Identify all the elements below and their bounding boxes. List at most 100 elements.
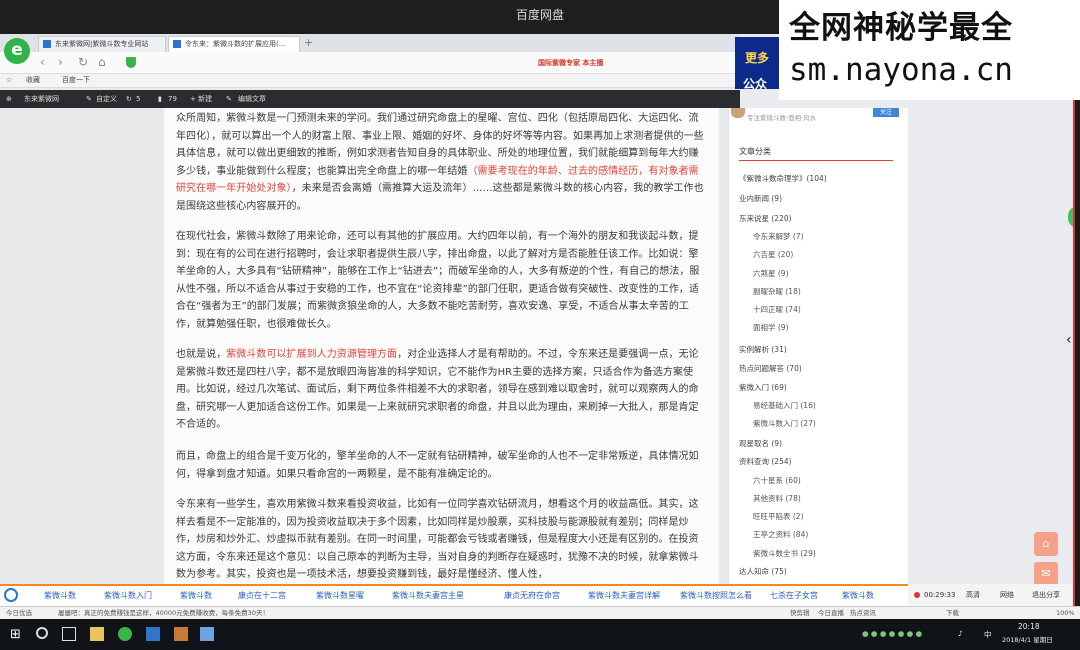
sidebar-category-item[interactable]: 令东来解梦 (7) (753, 231, 804, 242)
chat-float-icon[interactable]: ✉ (1034, 562, 1058, 586)
pencil-icon: ✎ (86, 95, 92, 103)
tag-link[interactable]: 康贞无府在命宫 (504, 590, 560, 601)
search-icon[interactable] (36, 627, 48, 639)
status-news[interactable]: 屡屡吧：真正的免费赚钱是这样，40000元免费赚收费，每条免费30天！ (58, 607, 269, 619)
side-banner[interactable]: 更多 公众 (735, 37, 783, 91)
shield-icon[interactable] (126, 57, 136, 68)
browser-logo-icon[interactable]: e (4, 38, 30, 64)
tag-link[interactable]: 紫微斗数 (44, 590, 76, 601)
collapse-arrow-icon[interactable]: ‹ (1066, 332, 1072, 348)
volume-icon[interactable]: ♪ (958, 629, 963, 638)
tab-dongla[interactable]: 东来紫微网|紫微斗数专业网站 (38, 36, 166, 52)
back-icon[interactable]: ‹ (40, 55, 45, 69)
site-favicon-icon (43, 40, 51, 48)
sidebar-category-item[interactable]: 其他资料 (78) (753, 493, 801, 504)
app-icon[interactable] (146, 627, 160, 641)
input-language[interactable]: 中 (984, 629, 992, 640)
task-view-icon[interactable] (62, 627, 76, 641)
windows-start-icon[interactable]: ⊞ (10, 627, 24, 642)
wp-comments-count[interactable]: 79 (168, 90, 177, 108)
clock-date[interactable]: 2018/4/1 星期日 (1002, 634, 1053, 644)
sidebar-category-item[interactable]: 紫微斗数全书 (29) (753, 548, 816, 559)
watermark-line: 全网神秘学最全 (789, 10, 1013, 46)
subtitle-button[interactable]: 网络 (1000, 584, 1014, 606)
article-paragraph: 令东来有一些学生，喜欢用紫微斗数来看投资收益，比如有一位同学喜欢钻研流月，想看这… (176, 499, 699, 580)
promo-text: 国际紫微专家 本主播 (538, 59, 604, 67)
zoom-level[interactable]: 100% (1056, 607, 1075, 619)
sidebar-category-item[interactable]: 王亭之资料 (84) (753, 529, 808, 540)
exit-share-button[interactable]: 退出分享 (1032, 584, 1060, 606)
sidebar-category-item[interactable]: 达人知命 (75) (739, 566, 787, 577)
author-note: 专注紫微斗数·面相·风水 (747, 114, 817, 122)
page-margin: ⌂ ✉ (908, 108, 1073, 586)
sidebar-category-item[interactable]: 六吉星 (20) (753, 249, 793, 260)
sidebar-category-item[interactable]: 实例解析 (31) (739, 344, 787, 355)
wp-updates-count[interactable]: 5 (136, 90, 140, 108)
home-icon[interactable]: ⌂ (98, 55, 106, 69)
new-tab-icon[interactable]: + (304, 36, 313, 49)
follow-button[interactable]: 关注 (873, 108, 899, 117)
folder-icon[interactable] (90, 627, 104, 641)
main-content: 众所周知，紫微斗数是一门预测未来的学问。我们通过研究命盘上的星曜、宫位、四化（包… (0, 108, 728, 584)
tag-link[interactable]: 康贞在十二宫 (238, 590, 286, 601)
wp-new-link[interactable]: + 新建 (190, 90, 212, 108)
sidebar-category-item[interactable]: 面相学 (9) (753, 322, 789, 333)
wordpress-icon[interactable]: ⊕ (6, 90, 12, 108)
tag-link[interactable]: 紫微斗数 (180, 590, 212, 601)
status-item[interactable]: 热点资讯 (850, 607, 876, 619)
sidebar-category-item[interactable]: 十四正曜 (74) (753, 304, 801, 315)
sidebar-category-item[interactable]: 紫微入门 (69) (739, 382, 787, 393)
refresh-icon[interactable]: ↻ (78, 55, 88, 69)
tray-icons[interactable]: ● ● ● ● ● ● ● (862, 629, 922, 638)
star-icon[interactable]: ☆ (6, 74, 12, 87)
status-item[interactable]: 快剪辑 (790, 607, 810, 619)
banner-line: 公众 (743, 77, 768, 91)
banner-line: 更多 (745, 51, 770, 65)
home-float-icon[interactable]: ⌂ (1034, 532, 1058, 556)
tag-link[interactable]: 紫微斗数夫妻宫详解 (588, 590, 660, 601)
tag-link[interactable]: 紫微斗数 (842, 590, 874, 601)
tag-bar: 紫微斗数 紫微斗数入门 紫微斗数 康贞在十二宫 紫微斗数星曜 紫微斗数夫妻宫主星 康贞无府在… (0, 584, 908, 606)
sidebar-category-item[interactable]: 六煞星 (9) (753, 268, 789, 279)
sidebar-category-item[interactable]: 六十星系 (60) (753, 475, 801, 486)
sidebar-category-item[interactable]: 紫微斗数入门 (27) (753, 418, 816, 429)
article-body: 众所周知，紫微斗数是一门预测未来的学问。我们通过研究命盘上的星曜、宫位、四化（包… (164, 108, 719, 584)
status-left-1[interactable]: 今日优选 (6, 607, 32, 619)
browser-app-icon[interactable] (118, 627, 132, 641)
wp-edit-post-link[interactable]: 编辑文章 (238, 90, 266, 108)
status-item[interactable]: 今日直播 (818, 607, 844, 619)
status-item[interactable]: 下载 (946, 607, 959, 619)
avatar (731, 108, 745, 118)
tag-link[interactable]: 紫微斗数按照怎么看 (680, 590, 752, 601)
quality-button[interactable]: 高清 (966, 584, 980, 606)
tag-link[interactable]: 紫微斗数夫妻宫主星 (392, 590, 464, 601)
favorites-item[interactable]: 收藏 (26, 74, 40, 87)
sidebar-category-item[interactable]: 易经基础入门 (16) (753, 400, 816, 411)
tag-link[interactable]: 七杀在子女宫 (770, 590, 818, 601)
favorites-item[interactable]: 百度一下 (62, 74, 90, 87)
app-icon[interactable] (200, 627, 214, 641)
sidebar: 专注紫微斗数·面相·风水 关注 文章分类 《紫微斗数命理学》(104) 业内新闻 … (728, 108, 908, 594)
app-icon[interactable] (174, 627, 188, 641)
sidebar-category-item[interactable]: 《紫微斗数命理学》(104) (739, 173, 827, 184)
sidebar-category-item[interactable]: 观星取名 (9) (739, 438, 782, 449)
sidebar-category-item[interactable]: 旺旺平陷表 (2) (753, 511, 804, 522)
wp-site-link[interactable]: 东来紫微网 (24, 90, 59, 108)
sidebar-category-item[interactable]: 热点问题解答 (70) (739, 363, 802, 374)
record-icon (914, 592, 920, 598)
watermark-overlay: 全网神秘学最全 sm.nayona.cn (779, 0, 1080, 100)
forward-icon[interactable]: › (58, 55, 63, 69)
tag-link[interactable]: 紫微斗数入门 (104, 590, 152, 601)
sidebar-category-item[interactable]: 资料查询 (254) (739, 456, 792, 467)
paragraph-text: ，对企业选择人才是有帮助的。不过，令东来还是要强调一点，无论是紫微斗数还是四柱八… (176, 349, 699, 430)
sidebar-category-item[interactable]: 业内新闻 (9) (739, 193, 782, 204)
wp-admin-bar: ⊕ 东来紫微网 ✎ 自定义 ↻ 5 ▮ 79 + 新建 ✎ 编辑文章 (0, 90, 740, 108)
tag-link[interactable]: 紫微斗数星曜 (316, 590, 364, 601)
tab-article[interactable]: 令东来：紫微斗数的扩展应用(... (168, 36, 300, 52)
wp-customize-link[interactable]: 自定义 (96, 90, 117, 108)
clock-time[interactable]: 20:18 (1018, 622, 1040, 631)
home-circle-icon[interactable] (4, 588, 18, 602)
sidebar-category-item[interactable]: 副曜杂曜 (18) (753, 286, 801, 297)
sidebar-title: 文章分类 (739, 147, 771, 156)
sidebar-category-item[interactable]: 东来说星 (220) (739, 213, 792, 224)
